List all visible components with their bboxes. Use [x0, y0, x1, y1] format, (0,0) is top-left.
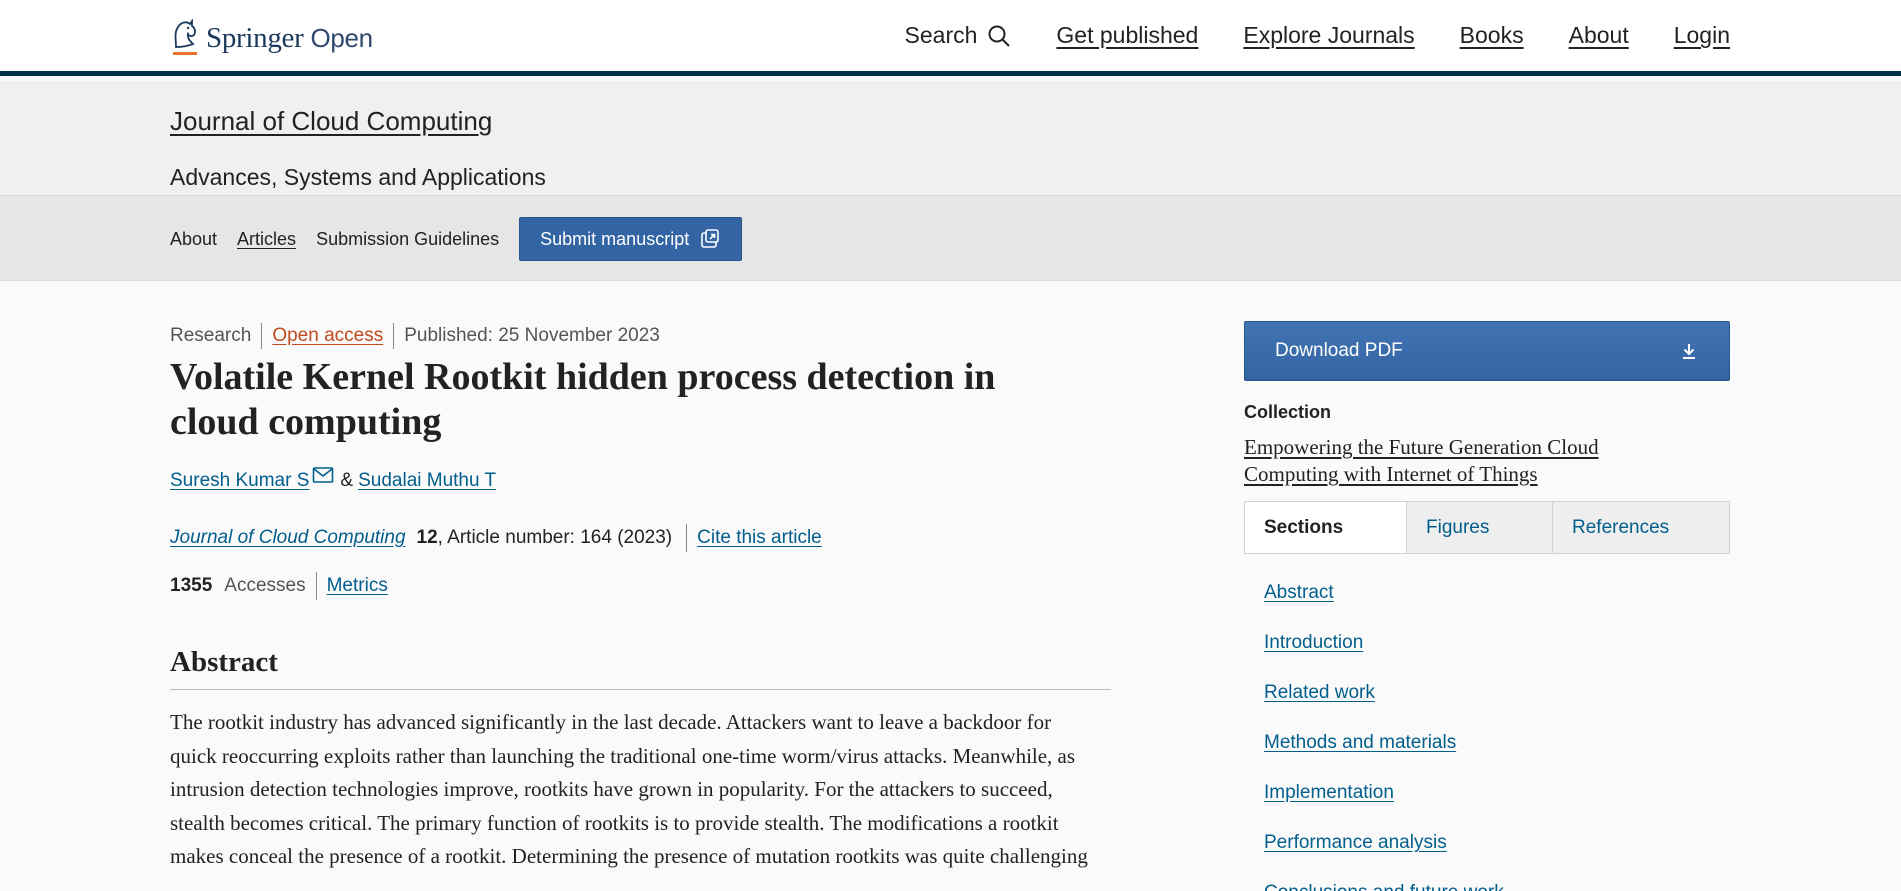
top-navigation: Search Get published Explore Journals Bo… — [905, 22, 1730, 49]
site-header: Springer Open Search Get published Explo… — [0, 0, 1901, 76]
section-link[interactable]: Methods and materials — [1264, 732, 1456, 754]
article-type: Research — [170, 325, 252, 346]
logo-suffix: Open — [310, 22, 373, 53]
nav-login[interactable]: Login — [1674, 22, 1730, 49]
journal-banner: Journal of Cloud Computing Advances, Sys… — [0, 81, 1901, 195]
search-label: Search — [904, 22, 978, 48]
sidebar-tabs: Sections Figures References — [1244, 501, 1730, 554]
external-submit-icon — [701, 229, 720, 248]
journal-nav-articles[interactable]: Articles — [237, 229, 296, 250]
submit-manuscript-label: Submit manuscript — [540, 228, 690, 249]
journal-title-link[interactable]: Journal of Cloud Computing — [170, 106, 492, 137]
submit-manuscript-button[interactable]: Submit manuscript — [519, 217, 743, 261]
section-link[interactable]: Introduction — [1264, 632, 1363, 654]
section-item-introduction[interactable]: Introduction — [1264, 618, 1504, 668]
author-separator: & — [340, 470, 354, 491]
accesses-label: Accesses — [224, 575, 306, 596]
nav-about[interactable]: About — [1569, 22, 1629, 49]
section-item-abstract[interactable]: Abstract — [1264, 568, 1504, 618]
download-pdf-button[interactable]: Download PDF — [1244, 321, 1730, 381]
section-link[interactable]: Performance analysis — [1264, 832, 1447, 854]
meta-divider — [261, 323, 263, 349]
section-item-performance[interactable]: Performance analysis — [1264, 818, 1504, 868]
tab-figures[interactable]: Figures — [1406, 502, 1552, 553]
download-icon — [1683, 344, 1695, 359]
author-link[interactable]: Suresh Kumar S — [170, 470, 309, 492]
meta-divider — [393, 323, 395, 349]
nav-explore-journals[interactable]: Explore Journals — [1243, 22, 1414, 49]
sections-list: Abstract Introduction Related work Metho… — [1264, 568, 1504, 891]
section-link[interactable]: Conclusions and future work — [1264, 882, 1504, 891]
nav-get-published[interactable]: Get published — [1056, 22, 1198, 49]
section-link[interactable]: Implementation — [1264, 782, 1394, 804]
article-meta: Research Open access Published: 25 Novem… — [170, 323, 660, 349]
journal-nav-guidelines[interactable]: Submission Guidelines — [316, 229, 499, 250]
tab-references[interactable]: References — [1552, 502, 1729, 553]
accesses-count: 1355 — [170, 575, 213, 596]
citation-details: , Article number: 164 (2023) — [437, 527, 673, 548]
springer-open-logo[interactable]: Springer Open — [170, 18, 373, 58]
email-icon[interactable] — [312, 466, 334, 484]
nav-books[interactable]: Books — [1460, 22, 1524, 49]
collection-label: Collection — [1244, 402, 1332, 422]
search-button[interactable]: Search — [905, 22, 1012, 49]
search-icon — [988, 25, 1011, 47]
author-link[interactable]: Sudalai Muthu T — [358, 470, 496, 492]
article-title: Volatile Kernel Rootkit hidden process d… — [170, 356, 996, 443]
published-date: Published: 25 November 2023 — [404, 325, 660, 346]
cite-this-article-link[interactable]: Cite this article — [697, 527, 822, 549]
download-pdf-label: Download PDF — [1275, 340, 1403, 361]
journal-nav-about[interactable]: About — [170, 229, 217, 250]
section-item-implementation[interactable]: Implementation — [1264, 768, 1504, 818]
citation-divider — [686, 524, 688, 552]
citation-journal-link[interactable]: Journal of Cloud Computing — [170, 527, 406, 549]
metrics-divider — [315, 572, 317, 600]
journal-navigation: About Articles Submission Guidelines Sub… — [0, 195, 1901, 281]
journal-subtitle: Advances, Systems and Applications — [170, 164, 546, 190]
springer-horse-icon — [173, 19, 197, 55]
collection-link[interactable]: Empowering the Future Generation Cloud C… — [1244, 434, 1684, 488]
article-metrics: 1355 Accesses Metrics — [170, 572, 388, 600]
author-list: Suresh Kumar S & Sudalai Muthu T — [170, 467, 496, 492]
abstract-text: The rootkit industry has advanced signif… — [170, 710, 1088, 868]
logo-brand: Springer — [206, 21, 304, 54]
citation-volume: 12 — [416, 527, 438, 548]
abstract-heading: Abstract — [170, 646, 1111, 690]
citation-line: Journal of Cloud Computing 12 , Article … — [170, 524, 822, 552]
section-item-methods[interactable]: Methods and materials — [1264, 718, 1504, 768]
metrics-link[interactable]: Metrics — [327, 575, 388, 597]
open-access-link[interactable]: Open access — [272, 325, 383, 347]
tab-sections[interactable]: Sections — [1245, 502, 1406, 553]
section-link[interactable]: Related work — [1264, 682, 1375, 704]
section-item-related-work[interactable]: Related work — [1264, 668, 1504, 718]
section-item-conclusions[interactable]: Conclusions and future work — [1264, 868, 1504, 891]
logo-text: Springer Open — [206, 22, 373, 55]
section-link[interactable]: Abstract — [1264, 582, 1334, 604]
